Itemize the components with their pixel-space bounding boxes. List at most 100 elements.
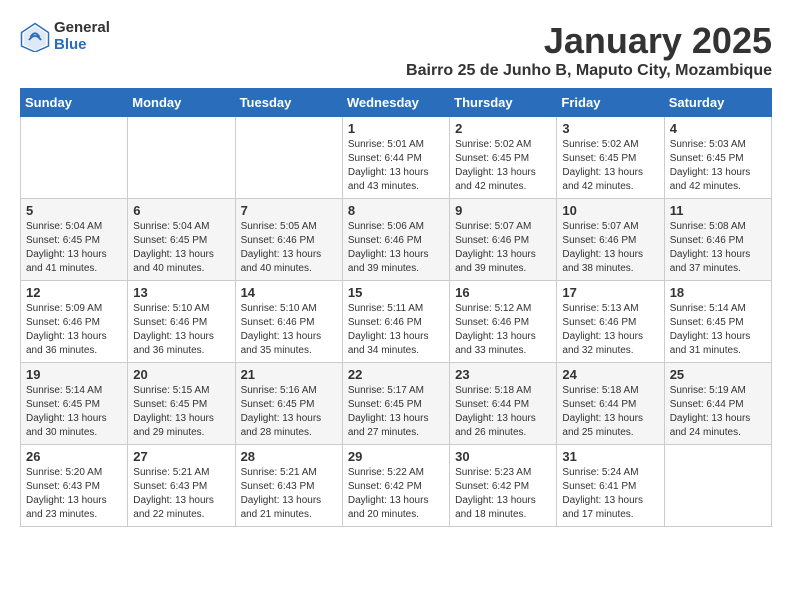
day-number: 20 — [133, 367, 229, 382]
calendar-cell: 30 Sunrise: 5:23 AM Sunset: 6:42 PM Dayli… — [450, 445, 557, 527]
calendar-cell: 14 Sunrise: 5:10 AM Sunset: 6:46 PM Dayli… — [235, 281, 342, 363]
day-number: 28 — [241, 449, 337, 464]
logo-blue: Blue — [54, 37, 110, 54]
week-row-3: 19Sunrise: 5:14 AM Sunset: 6:45 PM Dayli… — [21, 363, 772, 445]
day-info: Sunrise: 5:01 AM Sunset: 6:44 PM Dayligh… — [348, 138, 444, 194]
day-number: 27 — [133, 449, 229, 464]
day-info: Sunrise: 5:03 AM Sunset: 6:45 PM Dayligh… — [670, 138, 766, 194]
logo: General Blue — [20, 20, 110, 53]
calendar-table: SundayMondayTuesdayWednesdayThursdayFrid… — [20, 88, 772, 527]
day-number: 16 — [455, 285, 551, 300]
day-number: 12 — [26, 285, 122, 300]
day-number: 14 — [241, 285, 337, 300]
week-row-2: 12Sunrise: 5:09 AM Sunset: 6:46 PM Dayli… — [21, 281, 772, 363]
day-info: Sunrise: 5:04 AM Sunset: 6:45 PM Dayligh… — [133, 220, 229, 276]
calendar-cell: 2 Sunrise: 5:02 AM Sunset: 6:45 PM Daylig… — [450, 117, 557, 199]
calendar-cell: 31 Sunrise: 5:24 AM Sunset: 6:41 PM Dayli… — [557, 445, 664, 527]
calendar-cell: 22 Sunrise: 5:17 AM Sunset: 6:45 PM Dayli… — [342, 363, 449, 445]
day-number: 21 — [241, 367, 337, 382]
calendar-cell: 1 Sunrise: 5:01 AM Sunset: 6:44 PM Daylig… — [342, 117, 449, 199]
day-number: 19 — [26, 367, 122, 382]
calendar-cell: 27Sunrise: 5:21 AM Sunset: 6:43 PM Dayli… — [128, 445, 235, 527]
calendar-cell: 23 Sunrise: 5:18 AM Sunset: 6:44 PM Dayli… — [450, 363, 557, 445]
day-info: Sunrise: 5:24 AM Sunset: 6:41 PM Dayligh… — [562, 466, 658, 522]
calendar-cell — [664, 445, 771, 527]
day-number: 2 — [455, 121, 551, 136]
day-info: Sunrise: 5:22 AM Sunset: 6:42 PM Dayligh… — [348, 466, 444, 522]
calendar-cell: 5 Sunrise: 5:04 AM Sunset: 6:45 PM Daylig… — [21, 199, 128, 281]
day-number: 25 — [670, 367, 766, 382]
calendar-cell — [128, 117, 235, 199]
weekday-header-wednesday: Wednesday — [342, 89, 449, 117]
calendar-body: 1 Sunrise: 5:01 AM Sunset: 6:44 PM Daylig… — [21, 117, 772, 527]
weekday-header-thursday: Thursday — [450, 89, 557, 117]
page-header: General Blue January 2025 Bairro 25 de J… — [20, 20, 772, 80]
day-number: 3 — [562, 121, 658, 136]
weekday-header-row: SundayMondayTuesdayWednesdayThursdayFrid… — [21, 89, 772, 117]
day-info: Sunrise: 5:10 AM Sunset: 6:46 PM Dayligh… — [133, 302, 229, 358]
day-number: 8 — [348, 203, 444, 218]
day-number: 26 — [26, 449, 122, 464]
day-number: 10 — [562, 203, 658, 218]
day-number: 9 — [455, 203, 551, 218]
day-number: 29 — [348, 449, 444, 464]
day-info: Sunrise: 5:18 AM Sunset: 6:44 PM Dayligh… — [562, 384, 658, 440]
calendar-cell: 12Sunrise: 5:09 AM Sunset: 6:46 PM Dayli… — [21, 281, 128, 363]
day-number: 30 — [455, 449, 551, 464]
day-info: Sunrise: 5:13 AM Sunset: 6:46 PM Dayligh… — [562, 302, 658, 358]
calendar-cell: 29 Sunrise: 5:22 AM Sunset: 6:42 PM Dayli… — [342, 445, 449, 527]
day-number: 5 — [26, 203, 122, 218]
day-info: Sunrise: 5:14 AM Sunset: 6:45 PM Dayligh… — [670, 302, 766, 358]
calendar-cell: 25 Sunrise: 5:19 AM Sunset: 6:44 PM Dayli… — [664, 363, 771, 445]
calendar-cell: 8 Sunrise: 5:06 AM Sunset: 6:46 PM Daylig… — [342, 199, 449, 281]
day-number: 4 — [670, 121, 766, 136]
day-number: 1 — [348, 121, 444, 136]
calendar-cell: 3Sunrise: 5:02 AM Sunset: 6:45 PM Daylig… — [557, 117, 664, 199]
calendar-cell: 17 Sunrise: 5:13 AM Sunset: 6:46 PM Dayli… — [557, 281, 664, 363]
day-info: Sunrise: 5:08 AM Sunset: 6:46 PM Dayligh… — [670, 220, 766, 276]
day-info: Sunrise: 5:06 AM Sunset: 6:46 PM Dayligh… — [348, 220, 444, 276]
calendar-cell: 13 Sunrise: 5:10 AM Sunset: 6:46 PM Dayli… — [128, 281, 235, 363]
calendar-cell: 6 Sunrise: 5:04 AM Sunset: 6:45 PM Daylig… — [128, 199, 235, 281]
day-number: 23 — [455, 367, 551, 382]
calendar-cell: 4 Sunrise: 5:03 AM Sunset: 6:45 PM Daylig… — [664, 117, 771, 199]
month-title: January 2025 — [406, 20, 772, 62]
day-number: 6 — [133, 203, 229, 218]
day-info: Sunrise: 5:19 AM Sunset: 6:44 PM Dayligh… — [670, 384, 766, 440]
day-info: Sunrise: 5:12 AM Sunset: 6:46 PM Dayligh… — [455, 302, 551, 358]
calendar-cell: 20Sunrise: 5:15 AM Sunset: 6:45 PM Dayli… — [128, 363, 235, 445]
calendar-cell: 26Sunrise: 5:20 AM Sunset: 6:43 PM Dayli… — [21, 445, 128, 527]
location-subtitle: Bairro 25 de Junho B, Maputo City, Mozam… — [406, 62, 772, 80]
day-number: 15 — [348, 285, 444, 300]
day-number: 11 — [670, 203, 766, 218]
calendar-cell: 24 Sunrise: 5:18 AM Sunset: 6:44 PM Dayli… — [557, 363, 664, 445]
day-info: Sunrise: 5:23 AM Sunset: 6:42 PM Dayligh… — [455, 466, 551, 522]
title-block: January 2025 Bairro 25 de Junho B, Maput… — [406, 20, 772, 80]
day-number: 24 — [562, 367, 658, 382]
day-info: Sunrise: 5:16 AM Sunset: 6:45 PM Dayligh… — [241, 384, 337, 440]
calendar-cell: 7Sunrise: 5:05 AM Sunset: 6:46 PM Daylig… — [235, 199, 342, 281]
day-info: Sunrise: 5:02 AM Sunset: 6:45 PM Dayligh… — [455, 138, 551, 194]
day-number: 17 — [562, 285, 658, 300]
calendar-cell: 16 Sunrise: 5:12 AM Sunset: 6:46 PM Dayli… — [450, 281, 557, 363]
day-info: Sunrise: 5:21 AM Sunset: 6:43 PM Dayligh… — [241, 466, 337, 522]
day-info: Sunrise: 5:18 AM Sunset: 6:44 PM Dayligh… — [455, 384, 551, 440]
weekday-header-saturday: Saturday — [664, 89, 771, 117]
day-info: Sunrise: 5:10 AM Sunset: 6:46 PM Dayligh… — [241, 302, 337, 358]
day-number: 13 — [133, 285, 229, 300]
weekday-header-monday: Monday — [128, 89, 235, 117]
week-row-4: 26Sunrise: 5:20 AM Sunset: 6:43 PM Dayli… — [21, 445, 772, 527]
weekday-header-friday: Friday — [557, 89, 664, 117]
day-info: Sunrise: 5:07 AM Sunset: 6:46 PM Dayligh… — [562, 220, 658, 276]
calendar-cell: 9Sunrise: 5:07 AM Sunset: 6:46 PM Daylig… — [450, 199, 557, 281]
day-number: 22 — [348, 367, 444, 382]
day-info: Sunrise: 5:11 AM Sunset: 6:46 PM Dayligh… — [348, 302, 444, 358]
calendar-cell: 18Sunrise: 5:14 AM Sunset: 6:45 PM Dayli… — [664, 281, 771, 363]
day-number: 31 — [562, 449, 658, 464]
calendar-cell — [21, 117, 128, 199]
day-info: Sunrise: 5:04 AM Sunset: 6:45 PM Dayligh… — [26, 220, 122, 276]
calendar-cell: 28 Sunrise: 5:21 AM Sunset: 6:43 PM Dayli… — [235, 445, 342, 527]
weekday-header-sunday: Sunday — [21, 89, 128, 117]
day-info: Sunrise: 5:17 AM Sunset: 6:45 PM Dayligh… — [348, 384, 444, 440]
calendar-cell: 15 Sunrise: 5:11 AM Sunset: 6:46 PM Dayli… — [342, 281, 449, 363]
